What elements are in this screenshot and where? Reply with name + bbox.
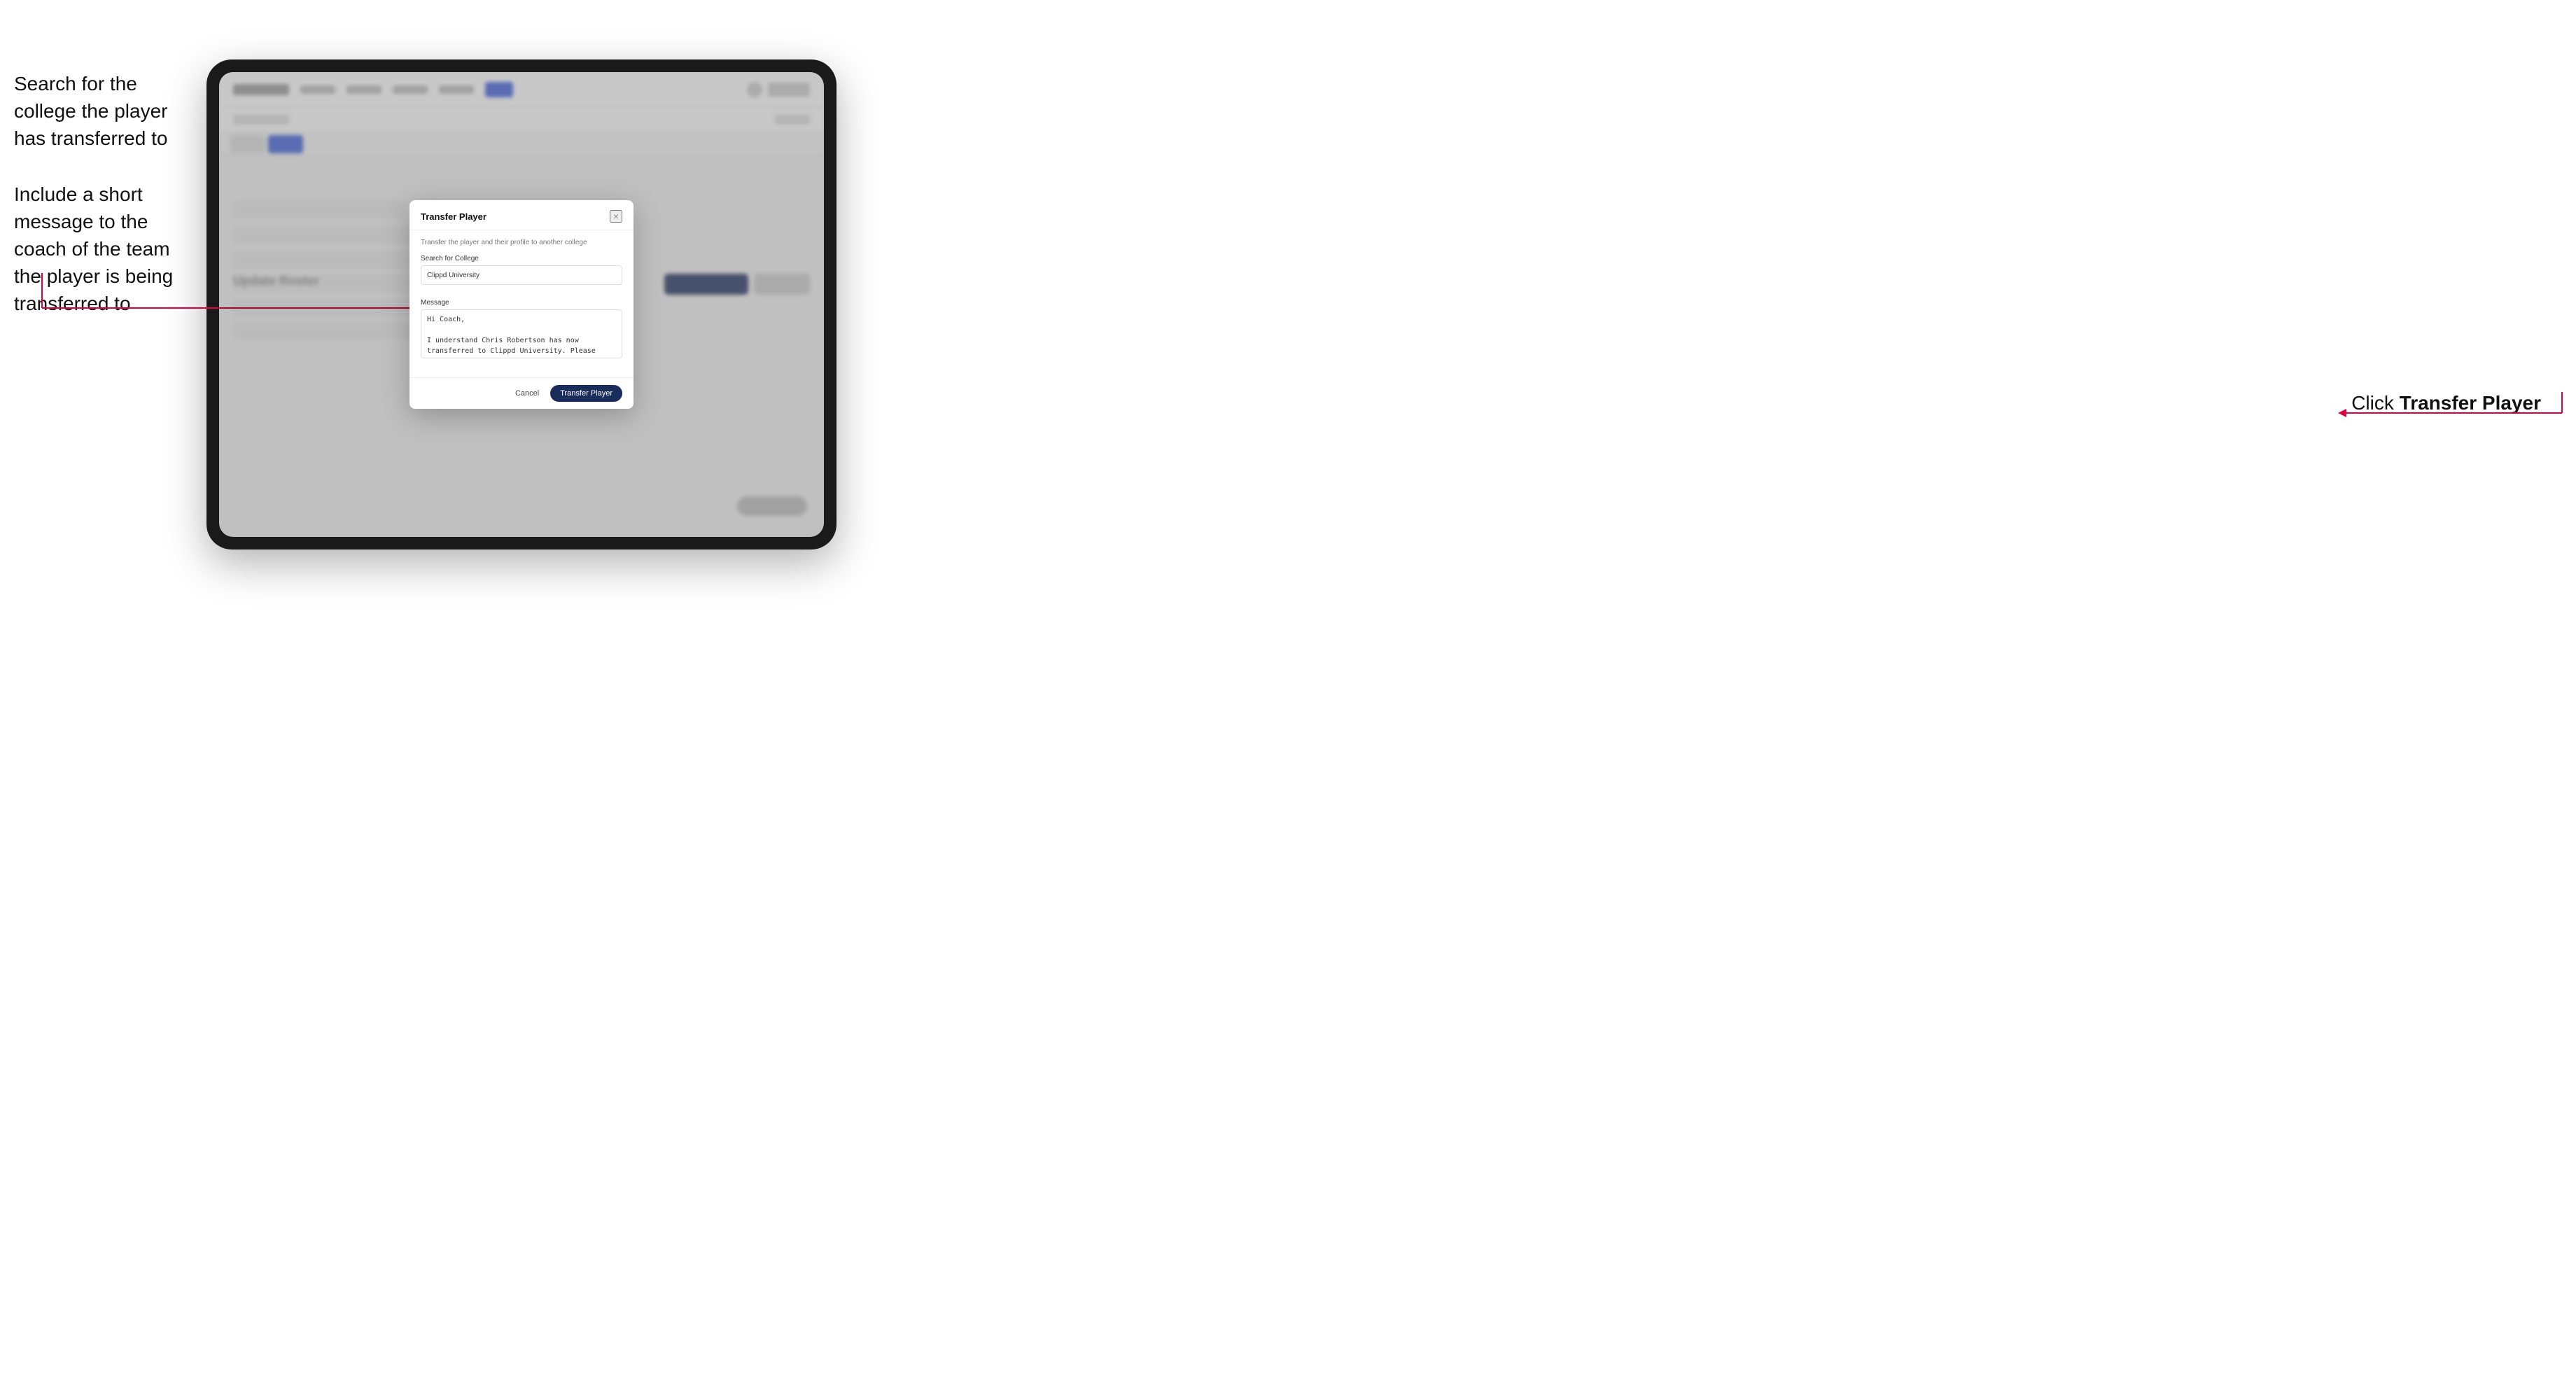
modal-title: Transfer Player [421,211,486,222]
modal-description: Transfer the player and their profile to… [421,239,622,246]
tablet-device: Update Roster Transf [206,59,836,550]
annotation-click-text: Click [2351,392,2399,414]
search-college-input[interactable] [421,265,622,285]
annotation-search-text: Search for the college the player has tr… [14,70,196,153]
search-college-label: Search for College [421,255,622,262]
modal-header: Transfer Player × [410,200,634,230]
annotation-message-text: Include a short message to the coach of … [14,181,196,318]
cancel-button[interactable]: Cancel [510,386,545,400]
transfer-player-modal: Transfer Player × Transfer the player an… [410,200,634,409]
annotation-transfer-bold: Transfer Player [2400,392,2541,414]
tablet-screen: Update Roster Transf [219,72,824,537]
message-group: Message Hi Coach, I understand Chris Rob… [421,299,622,362]
transfer-player-button[interactable]: Transfer Player [550,385,622,402]
modal-overlay: Transfer Player × Transfer the player an… [219,72,824,537]
message-textarea[interactable]: Hi Coach, I understand Chris Robertson h… [421,309,622,358]
annotation-left: Search for the college the player has tr… [14,70,196,346]
annotation-right: Click Transfer Player [2351,392,2541,414]
search-college-group: Search for College [421,255,622,292]
modal-body: Transfer the player and their profile to… [410,230,634,377]
modal-footer: Cancel Transfer Player [410,377,634,409]
message-label: Message [421,299,622,307]
modal-close-button[interactable]: × [610,210,622,223]
